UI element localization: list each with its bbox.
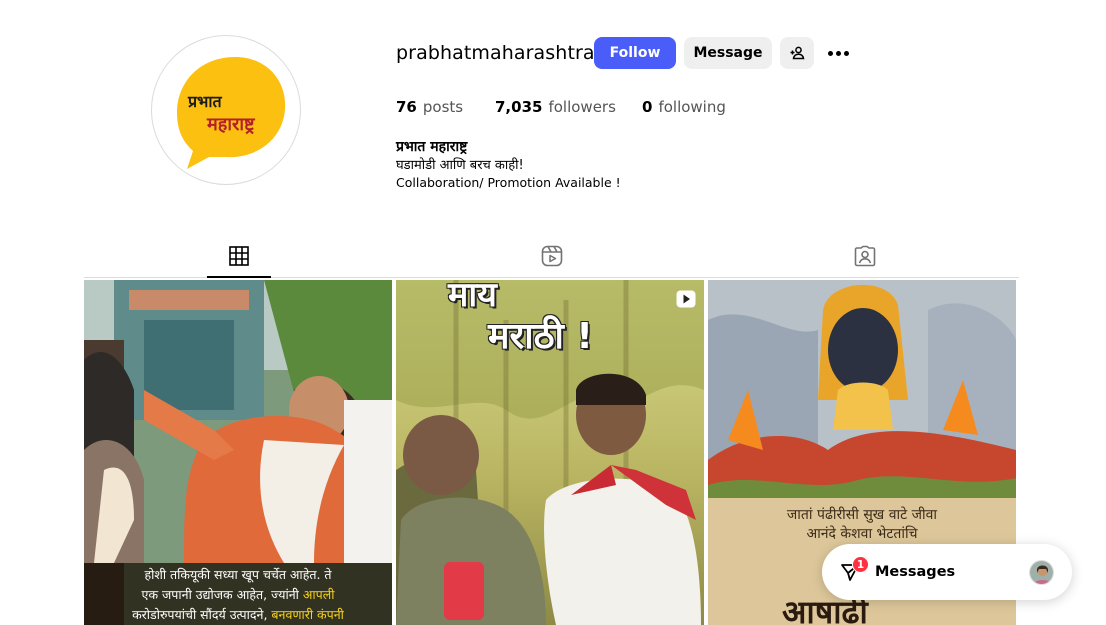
- poem-line2: आनंदे केशवा भेटतांचि: [806, 526, 918, 542]
- profile-full-name: प्रभात महाराष्ट्र: [396, 139, 468, 155]
- stat-followers[interactable]: 7,035 followers: [495, 98, 642, 116]
- messages-label: Messages: [875, 564, 956, 580]
- grid-icon: [229, 246, 249, 266]
- reel-play-icon: [676, 290, 696, 308]
- logo-text-line2: महाराष्ट्र: [206, 114, 256, 135]
- caption-line2b: आपली: [302, 587, 335, 602]
- message-button[interactable]: Message: [684, 37, 772, 69]
- brand-logo: प्रभात महाराष्ट्र: [157, 41, 295, 179]
- followers-count: 7,035: [495, 98, 543, 116]
- profile-avatar[interactable]: प्रभात महाराष्ट्र: [151, 35, 301, 185]
- followers-label: followers: [548, 98, 616, 116]
- suggest-accounts-button[interactable]: [780, 37, 814, 69]
- follow-button[interactable]: Follow: [594, 37, 676, 69]
- caption-line3a: करोडोरुपयांची सौंदर्य उत्पादने,: [132, 607, 272, 622]
- profile-stats: 76 posts 7,035 followers 0 following: [396, 98, 726, 116]
- logo-text-line1: प्रभात: [187, 92, 222, 111]
- unread-badge: 1: [852, 556, 869, 573]
- post-title-line2: मराठी !: [488, 316, 593, 357]
- more-options-button[interactable]: [824, 42, 852, 64]
- post-thumbnail[interactable]: होशी तकियूकी सध्या खूप चर्चेत आहेत. ते ए…: [84, 280, 392, 625]
- messages-button[interactable]: 1 Messages: [822, 544, 1072, 600]
- active-tab-indicator: [207, 276, 271, 278]
- caption-line3: करोडोरुपयांची सौंदर्य उत्पादने, बनवणारी …: [84, 605, 392, 625]
- more-dots-icon: [827, 50, 833, 56]
- tab-posts[interactable]: [207, 243, 271, 269]
- stat-posts: 76 posts: [396, 98, 495, 116]
- more-dot: [843, 50, 849, 56]
- profile-bio-line2: Collaboration/ Promotion Available !: [396, 175, 621, 190]
- more-dot: [835, 50, 841, 56]
- caption-line2a: एक जपानी उद्योजक आहेत, ज्यांनी: [141, 587, 303, 602]
- following-label: following: [658, 98, 726, 116]
- person-add-icon: [790, 46, 805, 60]
- tab-reels[interactable]: [520, 243, 584, 269]
- poem-line1: जातां पंढीरीसी सुख वाटे जीवा: [786, 507, 938, 523]
- posts-label: posts: [422, 98, 464, 116]
- posts-count: 76: [396, 98, 417, 116]
- post-thumbnail[interactable]: माय मराठी !: [396, 280, 704, 625]
- following-count: 0: [642, 98, 653, 116]
- caption-line3b: बनवणारी कंपनी: [271, 607, 344, 622]
- post-caption-overlay: होशी तकियूकी सध्या खूप चर्चेत आहेत. ते ए…: [84, 563, 392, 625]
- caption-line2: एक जपानी उद्योजक आहेत, ज्यांनी आपली: [84, 585, 392, 605]
- tab-tagged[interactable]: [833, 243, 897, 269]
- tagged-icon: [854, 245, 876, 267]
- avatar: [1029, 560, 1054, 585]
- caption-line1: होशी तकियूकी सध्या खूप चर्चेत आहेत. ते: [144, 567, 332, 582]
- profile-username: prabhatmaharashtra: [396, 42, 595, 64]
- avatar-image: [1030, 561, 1053, 584]
- stat-following[interactable]: 0 following: [642, 98, 726, 116]
- reels-icon: [541, 245, 563, 267]
- profile-bio-line1: घडामोडी आणि बरच काही!: [396, 158, 524, 173]
